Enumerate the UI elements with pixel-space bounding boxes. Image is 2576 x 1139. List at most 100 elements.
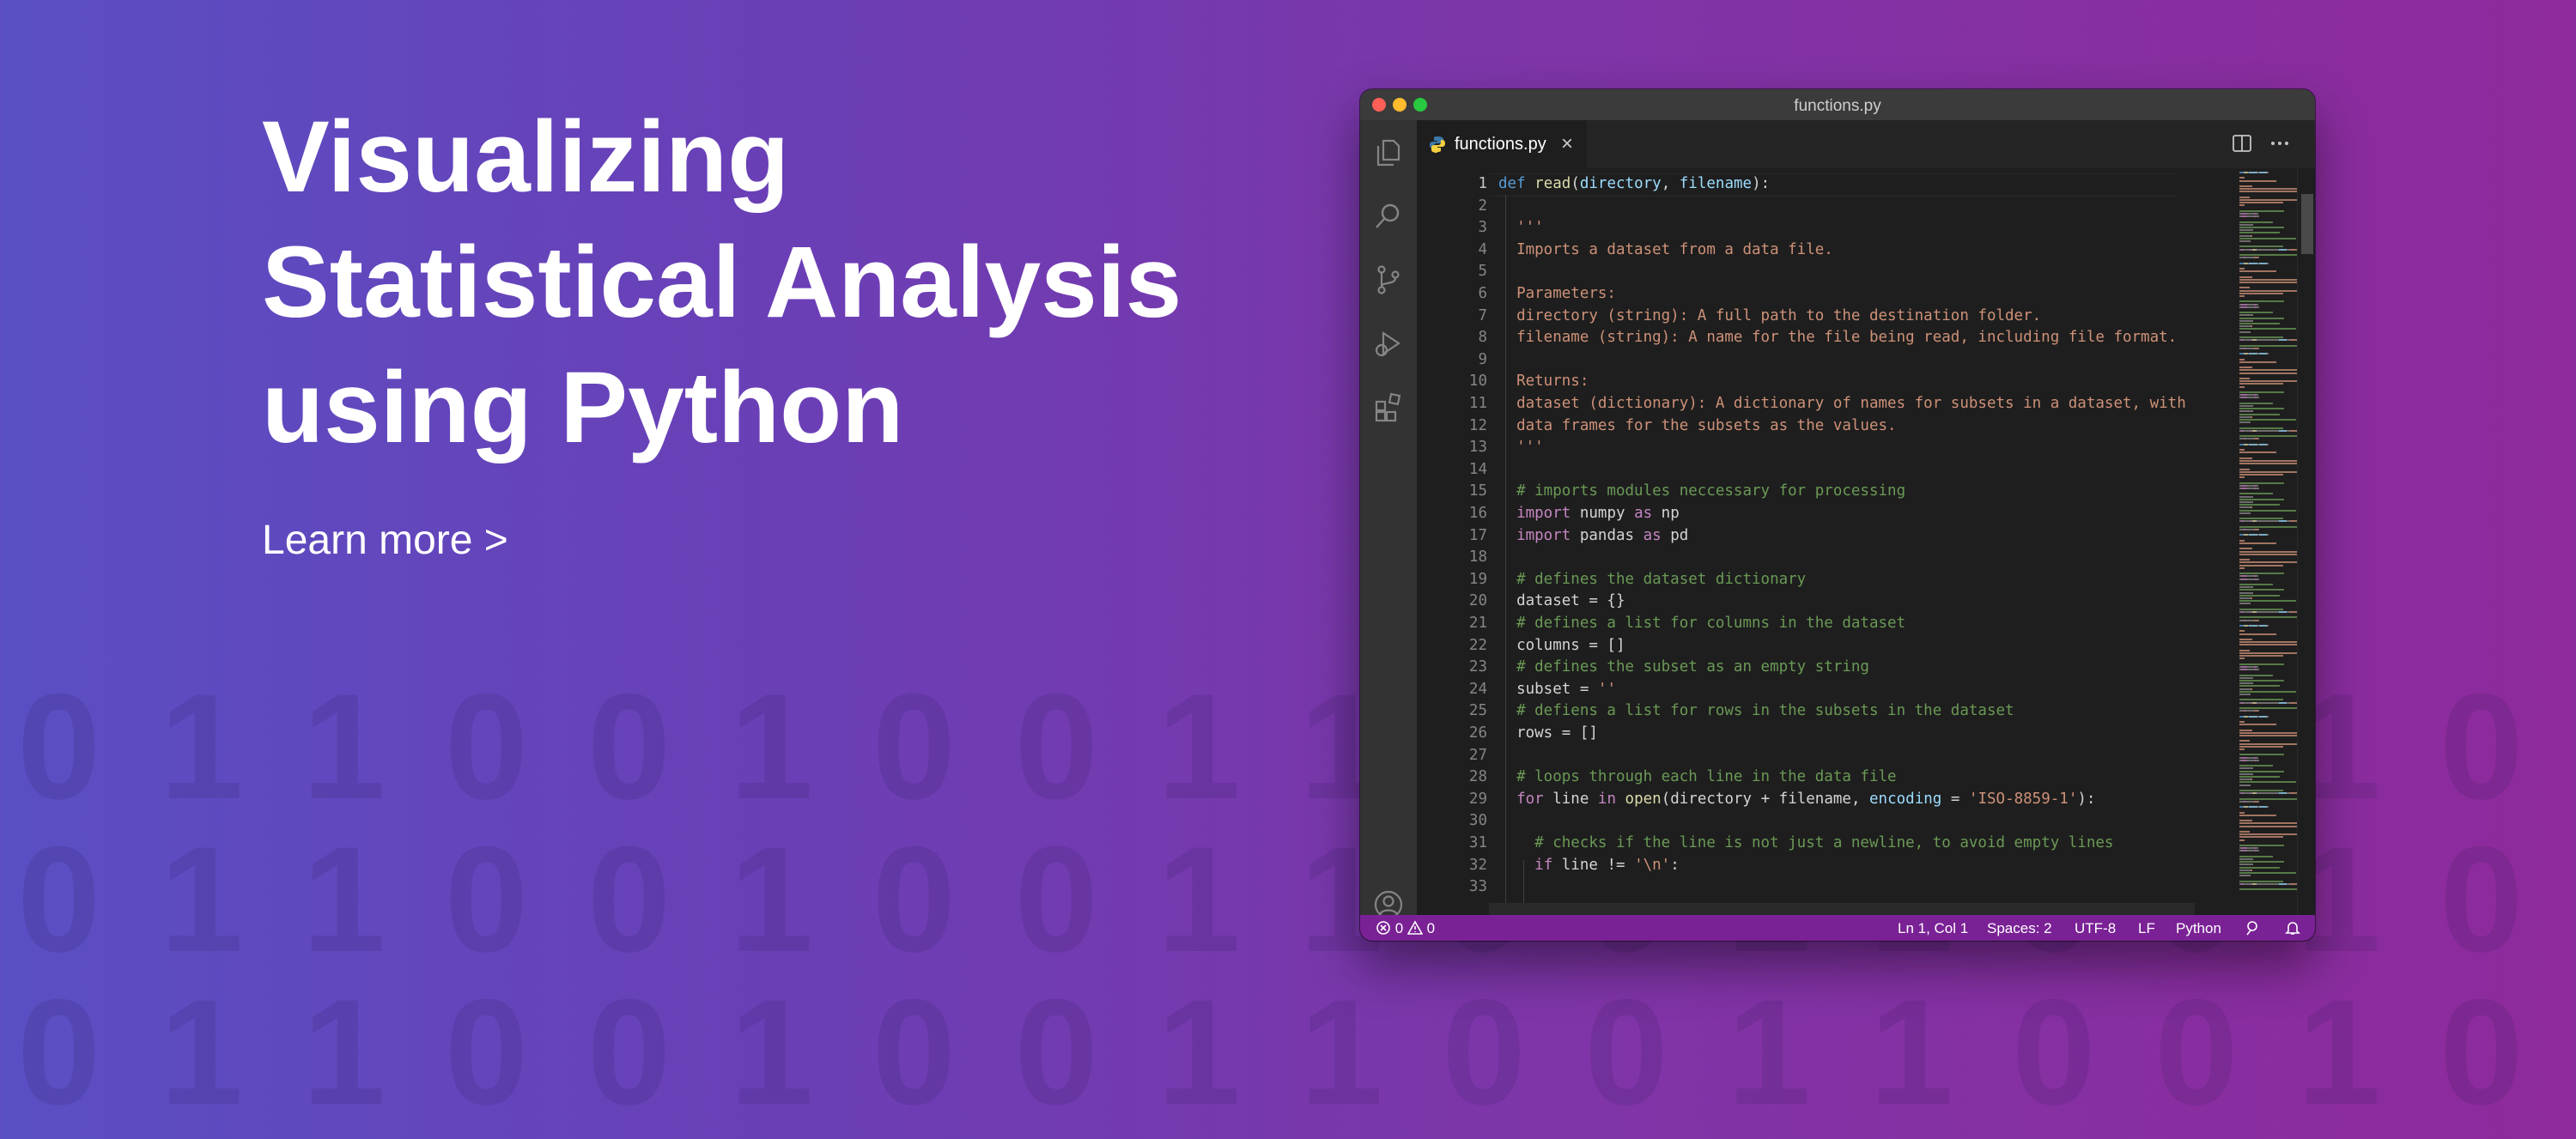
minimap-line <box>2239 232 2280 234</box>
code-line[interactable]: 26 rows = [] <box>1417 723 2172 744</box>
minimap-line <box>2244 429 2250 432</box>
line-number: 11 <box>1468 395 1487 412</box>
split-editor-icon[interactable] <box>2231 132 2253 154</box>
minimap-line <box>2241 213 2247 215</box>
line-number: 12 <box>1468 416 1487 434</box>
code-text: # defiens a list for rows in the subsets… <box>1498 702 2014 720</box>
minimap-line <box>2239 292 2283 294</box>
minimap-line <box>2267 806 2269 809</box>
minimap-line <box>2239 655 2283 657</box>
extensions-icon[interactable] <box>1373 391 1404 422</box>
title-bar: functions.py <box>1360 89 2315 120</box>
minimap-line <box>2239 221 2273 223</box>
minimap-line <box>2259 715 2267 718</box>
code-line[interactable]: 19 # defines the dataset dictionary <box>1417 569 2172 591</box>
code-line[interactable]: 18 <box>1417 547 2172 568</box>
code-line[interactable]: 20 dataset = {} <box>1417 591 2172 612</box>
code-line[interactable]: 9 <box>1417 349 2172 371</box>
code-line[interactable]: 22 columns = [] <box>1417 635 2172 657</box>
problems-indicator[interactable]: 0 0 <box>1376 920 1435 937</box>
minimap-line <box>2239 564 2283 566</box>
minimap-line <box>2239 589 2284 591</box>
code-line[interactable]: 5 <box>1417 261 2172 282</box>
minimap-line <box>2239 268 2245 270</box>
minimap-line <box>2239 177 2245 179</box>
code-line[interactable]: 28 # loops through each line in the data… <box>1417 766 2172 788</box>
code-line[interactable]: 3 ''' <box>1417 217 2172 239</box>
code-line[interactable]: 27 <box>1417 745 2172 766</box>
code-line[interactable]: 8 filename (string): A name for the file… <box>1417 327 2177 348</box>
code-line[interactable]: 24 subset = '' <box>1417 679 2172 700</box>
search-icon[interactable] <box>1373 201 1404 232</box>
minimap-line <box>2259 625 2267 627</box>
close-tab-icon[interactable]: × <box>1561 132 1573 156</box>
minimap-line <box>2279 882 2287 885</box>
minimap-line <box>2239 745 2283 748</box>
minimap-line <box>2239 680 2284 682</box>
language-mode[interactable]: Python <box>2176 920 2221 937</box>
indentation-setting[interactable]: Spaces: 2 <box>1987 920 2052 937</box>
minimap-line <box>2239 784 2251 786</box>
code-line[interactable]: 11 dataset (dictionary): A dictionary of… <box>1417 393 2186 415</box>
warning-count: 0 <box>1426 920 1436 936</box>
line-number: 33 <box>1468 878 1487 896</box>
minimap-line <box>2257 701 2279 704</box>
minimap-line <box>2241 394 2247 397</box>
feedback-icon[interactable] <box>2245 919 2262 941</box>
vertical-scrollbar[interactable] <box>2297 168 2315 915</box>
code-editor[interactable]: 1 def read(directory, filename): 2 3 ''' 4 I… <box>1417 168 2315 915</box>
code-line[interactable]: 13 ''' <box>1417 437 2172 458</box>
learn-more-link[interactable]: Learn more > <box>262 517 508 564</box>
line-number: 14 <box>1468 460 1487 478</box>
minimap-line <box>2267 534 2269 536</box>
run-debug-icon[interactable] <box>1373 328 1404 359</box>
code-line[interactable]: 25 # defiens a list for rows in the subs… <box>1417 700 2172 722</box>
code-line[interactable]: 4 Imports a dataset from a data file. <box>1417 239 2172 261</box>
code-line[interactable]: 10 Returns: <box>1417 371 2172 392</box>
code-line[interactable]: 32 if line != '\n': <box>1417 855 2172 876</box>
cursor-position[interactable]: Ln 1, Col 1 <box>1898 920 1968 937</box>
code-line[interactable]: 14 <box>1417 459 2172 481</box>
code-line[interactable]: 31 # checks if the line is not just a ne… <box>1417 833 2172 854</box>
code-line[interactable]: 33 <box>1417 876 2172 898</box>
minimap-line <box>2239 682 2253 685</box>
code-line[interactable]: 23 # defines the subset as an empty stri… <box>1417 657 2172 678</box>
minimap-line <box>2241 756 2247 759</box>
explorer-icon[interactable] <box>1373 137 1404 168</box>
hero-title: Visualizing Statistical Analysis using P… <box>262 100 1182 464</box>
code-line[interactable]: 21 # defines a list for columns in the d… <box>1417 613 2172 634</box>
more-actions-icon[interactable] <box>2269 132 2291 154</box>
code-line[interactable]: 30 <box>1417 810 2172 832</box>
code-line[interactable]: 7 directory (string): A full path to the… <box>1417 306 2172 327</box>
horizontal-scrollbar[interactable] <box>1489 903 2195 915</box>
code-line[interactable]: 29 for line in open(directory + filename… <box>1417 789 2172 810</box>
minimap-line <box>2279 520 2287 523</box>
status-bar: 0 0 Ln 1, Col 1 Spaces: 2 UTF-8 LF Pytho… <box>1360 915 2315 941</box>
code-line[interactable]: 15 # imports modules neccessary for proc… <box>1417 481 2172 502</box>
source-control-icon[interactable] <box>1373 264 1404 295</box>
code-line[interactable]: 6 Parameters: <box>1417 283 2172 305</box>
minimap-line <box>2239 360 2276 363</box>
notifications-bell-icon[interactable] <box>2284 919 2301 941</box>
minimap-line <box>2239 179 2276 182</box>
scrollbar-thumb[interactable] <box>2301 194 2313 254</box>
code-line[interactable]: 16 import numpy as np <box>1417 503 2172 524</box>
window-title: functions.py <box>1794 97 1881 115</box>
minimap-line <box>2247 759 2255 761</box>
minimap-line <box>2239 234 2251 237</box>
tab-functions-py[interactable]: functions.py × <box>1417 120 1587 169</box>
minimap-line <box>2239 548 2252 550</box>
code-line[interactable]: 2 <box>1417 196 2172 217</box>
code-line[interactable]: 12 data frames for the subsets as the va… <box>1417 415 2172 437</box>
end-of-line-setting[interactable]: LF <box>2138 920 2155 937</box>
line-number: 18 <box>1468 548 1487 566</box>
minimap-line <box>2247 847 2254 850</box>
minimap-line <box>2241 215 2247 218</box>
minimap-line <box>2259 353 2267 355</box>
minimap-line <box>2239 202 2283 204</box>
encoding-setting[interactable]: UTF-8 <box>2075 920 2116 937</box>
minimap-line <box>2256 756 2258 759</box>
code-line[interactable]: 1 def read(directory, filename): <box>1417 173 2172 195</box>
minimap-line <box>2239 657 2245 660</box>
code-line[interactable]: 17 import pandas as pd <box>1417 525 2172 547</box>
